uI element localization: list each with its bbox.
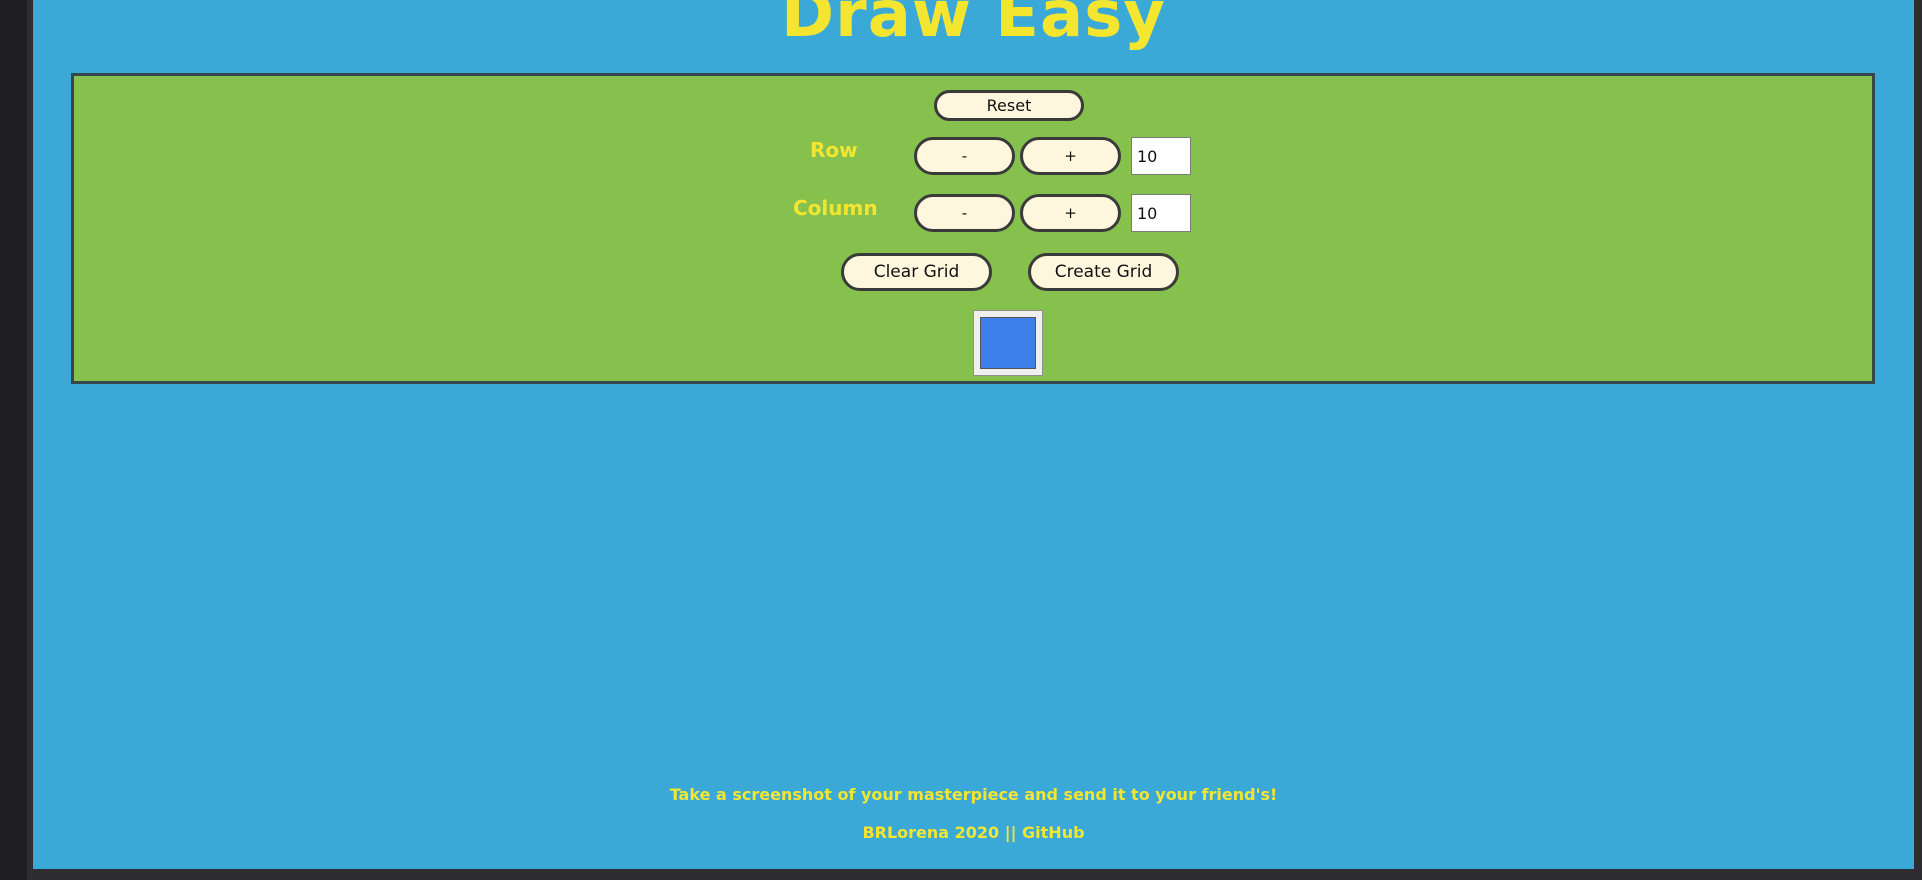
page: Draw Easy Reset Row - + Column - + Clear…: [33, 0, 1914, 869]
color-picker[interactable]: [973, 310, 1043, 376]
drawing-grid-area[interactable]: [71, 390, 1875, 750]
clear-grid-button[interactable]: Clear Grid: [841, 253, 992, 291]
row-label: Row: [810, 138, 858, 162]
footer-separator: ||: [1004, 823, 1017, 842]
color-swatch: [980, 317, 1036, 369]
controls-panel: Reset Row - + Column - + Clear Grid Crea…: [71, 73, 1875, 384]
window-left-edge: [0, 0, 27, 880]
footer-credit-text: BRLorena 2020: [862, 823, 1000, 842]
row-decrement-button[interactable]: -: [914, 137, 1015, 175]
column-label: Column: [793, 196, 878, 220]
column-increment-button[interactable]: +: [1020, 194, 1121, 232]
column-decrement-button[interactable]: -: [914, 194, 1015, 232]
column-count-input[interactable]: [1131, 194, 1191, 232]
reset-button[interactable]: Reset: [934, 90, 1084, 121]
footer-message: Take a screenshot of your masterpiece an…: [669, 785, 1278, 804]
footer-credit: BRLorena 2020 || GitHub: [33, 823, 1914, 842]
page-title: Draw Easy: [781, 0, 1166, 52]
row-increment-button[interactable]: +: [1020, 137, 1121, 175]
github-link[interactable]: GitHub: [1022, 823, 1085, 842]
row-count-input[interactable]: [1131, 137, 1191, 175]
create-grid-button[interactable]: Create Grid: [1028, 253, 1179, 291]
